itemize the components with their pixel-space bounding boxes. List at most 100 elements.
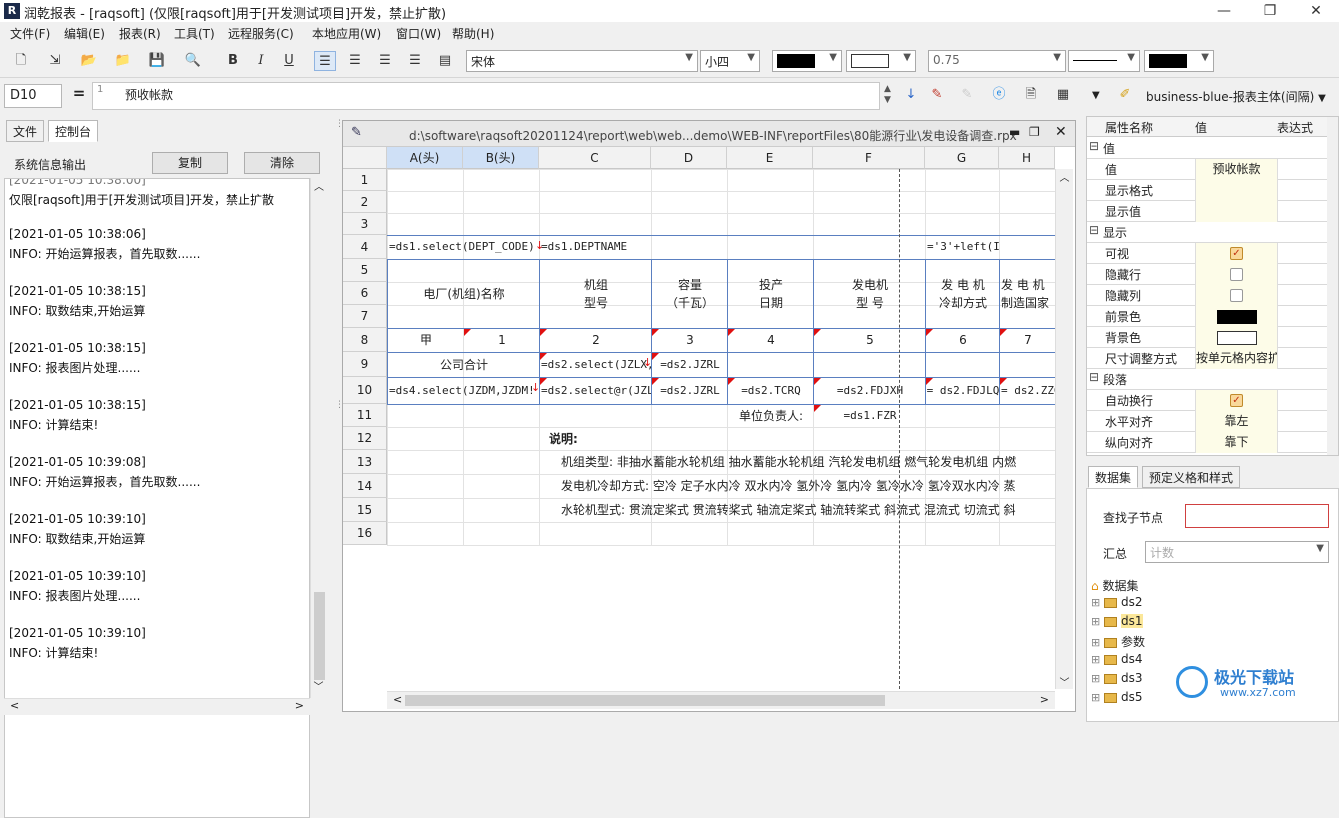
row-header-4[interactable]: 4 <box>343 235 387 259</box>
property-expression[interactable] <box>1277 243 1327 264</box>
cell-r8f[interactable]: 5 <box>813 328 925 352</box>
tree-dataset-ds4[interactable]: ⊞ ds4 <box>1091 652 1143 666</box>
cell-r10e[interactable]: =ds2.TCRQ <box>727 377 813 404</box>
maximize-button[interactable]: ❐ <box>1247 0 1293 22</box>
minimize-button[interactable]: — <box>1201 0 1247 22</box>
checkbox-checked-icon[interactable]: ✓ <box>1230 247 1243 260</box>
open-folder-icon[interactable]: 📂 <box>78 51 100 71</box>
cell-r4a[interactable]: =ds1.select(DEPT_CODE) <box>387 235 539 258</box>
property-row[interactable]: 前景色 <box>1087 306 1327 327</box>
menu-window[interactable]: 窗口(W) <box>396 25 441 42</box>
tree-dataset-ds1[interactable]: ⊞ ds1 <box>1091 614 1143 628</box>
console-log[interactable]: [2021-01-05 10:38:00] 仅限[raqsoft]用于[开发测试… <box>4 178 310 818</box>
cell-r14[interactable]: 发电机冷却方式: 空冷 定子水内冷 双水内冷 氢外冷 氢内冷 氢冷水冷 氢冷双水… <box>539 474 1055 498</box>
cell-h_cap[interactable]: 容量 （千瓦） <box>651 259 727 328</box>
tab-predefined-styles[interactable]: 预定义格和样式 <box>1142 466 1241 488</box>
align-left-icon[interactable]: ☰ <box>314 51 336 71</box>
italic-icon[interactable]: I <box>250 51 272 71</box>
copy-button[interactable]: 复制 <box>152 152 228 174</box>
row-header-7[interactable]: 7 <box>343 305 387 328</box>
summary-select[interactable]: 计数 ▼ <box>1145 541 1329 563</box>
property-value[interactable] <box>1195 201 1277 222</box>
cell-h_cool[interactable]: 发 电 机 冷却方式 <box>925 259 999 328</box>
cell-r4c[interactable]: =ds1.DEPTNAME <box>539 235 739 258</box>
report-close-icon[interactable]: ✕ <box>1055 124 1067 140</box>
document-icon[interactable]: 🗎 <box>1020 85 1042 105</box>
brush-icon[interactable]: ✎ <box>926 85 948 105</box>
border-dropdown-icon[interactable]: ▼ <box>1092 90 1100 101</box>
expand-plus-icon[interactable]: ⊞ <box>1091 691 1100 704</box>
expand-plus-icon[interactable]: ⊞ <box>1091 636 1100 649</box>
collapse-icon[interactable]: ⊟ <box>1089 223 1099 237</box>
property-value[interactable]: 按单元格内容扩 <box>1195 348 1277 369</box>
tree-dataset-参数[interactable]: ⊞ 参数 <box>1091 633 1145 650</box>
grid-corner[interactable] <box>343 147 387 169</box>
grid-vertical-scrollbar[interactable]: ︿ ﹀ <box>1055 169 1073 689</box>
equals-button[interactable]: = <box>68 84 90 108</box>
web-icon[interactable]: ⓔ <box>988 85 1010 105</box>
bold-icon[interactable]: B <box>222 51 244 71</box>
property-value[interactable]: 预收帐款 <box>1195 159 1277 180</box>
row-header-11[interactable]: 11 <box>343 404 387 427</box>
style-wand-icon[interactable]: ✐ <box>1114 85 1136 105</box>
row-header-15[interactable]: 15 <box>343 498 387 522</box>
tab-datasets[interactable]: 数据集 <box>1088 466 1139 488</box>
column-header-2[interactable]: B(头) <box>463 147 539 169</box>
formula-input[interactable]: 1 预收帐款 <box>92 82 880 110</box>
property-expression[interactable] <box>1277 390 1327 411</box>
property-row[interactable]: 值 预收帐款 <box>1087 159 1327 180</box>
cell-r10f[interactable]: =ds2.FDJXH <box>813 377 925 404</box>
cell-r11e[interactable]: 单位负责人: <box>727 404 813 427</box>
menu-tools[interactable]: 工具(T) <box>174 25 215 42</box>
property-expression[interactable] <box>1277 411 1327 432</box>
expand-plus-icon[interactable]: ⊞ <box>1091 596 1100 609</box>
color-swatch-black[interactable] <box>1216 309 1257 324</box>
property-value[interactable]: 靠左 <box>1195 411 1277 432</box>
cell-r8a[interactable]: 甲 <box>387 328 463 352</box>
property-expression[interactable] <box>1277 264 1327 285</box>
cell-r8c[interactable]: 2 <box>539 328 651 352</box>
cell-r12c[interactable]: 说明: <box>539 427 651 450</box>
checkbox-unchecked-icon[interactable] <box>1230 268 1243 281</box>
font-size-select[interactable]: 小四 ▼ <box>700 50 760 72</box>
console-horizontal-scrollbar[interactable]: < > <box>4 698 310 715</box>
brush-disabled-icon[interactable]: ✎ <box>956 85 978 105</box>
report-minimize-icon[interactable]: ▬ <box>1009 125 1020 139</box>
new-file-icon[interactable]: 🗋 <box>10 51 32 71</box>
open-remote-icon[interactable]: 📁 <box>112 51 134 71</box>
cell-h_date[interactable]: 投产 日期 <box>727 259 813 328</box>
import-icon[interactable]: ⇲ <box>44 51 66 71</box>
column-header-6[interactable]: F <box>813 147 925 169</box>
preview-icon[interactable]: 🔍 <box>182 51 204 71</box>
property-row[interactable]: 自动换行 ✓ <box>1087 390 1327 411</box>
row-header-1[interactable]: 1 <box>343 169 387 191</box>
cell-h_maker[interactable]: 发 电 机 制造国家 <box>999 259 1055 328</box>
menu-local-app[interactable]: 本地应用(W) <box>312 25 381 42</box>
tab-console[interactable]: 控制台 <box>48 120 99 142</box>
find-node-input[interactable] <box>1185 504 1329 528</box>
collapse-icon[interactable]: ⊟ <box>1089 139 1099 153</box>
clear-button[interactable]: 清除 <box>244 152 320 174</box>
property-row[interactable]: 隐藏列 <box>1087 285 1327 306</box>
row-header-10[interactable]: 10 <box>343 377 387 404</box>
underline-icon[interactable]: U <box>278 51 300 71</box>
property-expression[interactable] <box>1277 159 1327 180</box>
tree-dataset-ds5[interactable]: ⊞ ds5 <box>1091 690 1143 704</box>
column-header-4[interactable]: D <box>651 147 727 169</box>
cell-r9c[interactable]: =ds2.select(JZLX,false,1) <box>539 352 651 377</box>
font-name-select[interactable]: 宋体 ▼ <box>466 50 698 72</box>
grid-horizontal-scrollbar[interactable]: < > <box>387 691 1055 709</box>
property-row[interactable]: ⊟ 显示 <box>1087 222 1327 243</box>
property-row[interactable]: 可视 ✓ <box>1087 243 1327 264</box>
property-row[interactable]: 显示值 <box>1087 201 1327 222</box>
row-header-3[interactable]: 3 <box>343 213 387 235</box>
property-scrollbar[interactable] <box>1327 117 1338 455</box>
console-scroll-down-icon[interactable]: ﹀ <box>310 678 327 693</box>
property-row[interactable]: ⊟ 值 <box>1087 138 1327 159</box>
property-value[interactable] <box>1195 285 1277 306</box>
style-select[interactable]: business-blue-报表主体(间隔) ▼ <box>1146 88 1326 105</box>
cell-r13[interactable]: 机组类型: 非抽水蓄能水轮机组 抽水蓄能水轮机组 汽轮发电机组 燃气轮发电机组 … <box>539 450 1055 474</box>
console-vertical-scrollbar[interactable]: ︿ <box>310 178 327 698</box>
property-value[interactable] <box>1195 306 1277 327</box>
download-arrow-icon[interactable]: ↓ <box>900 85 922 105</box>
